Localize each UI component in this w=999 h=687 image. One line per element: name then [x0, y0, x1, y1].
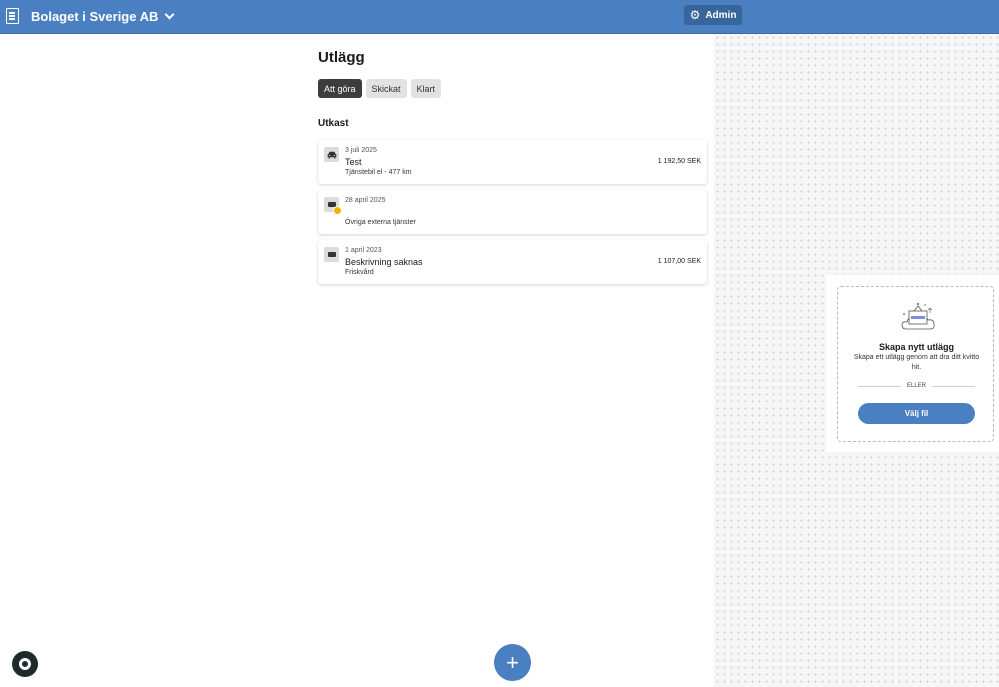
expense-list: 3 juli 2025 Test Tjänstebil el - 477 km … — [318, 140, 707, 290]
expense-card[interactable]: 28 april 2025 Övriga externa tjänster — [318, 190, 707, 234]
tab-skickat[interactable]: Skickat — [365, 79, 407, 98]
company-name: Bolaget i Sverige AB — [31, 9, 159, 24]
expense-date: 28 april 2025 — [345, 197, 386, 204]
receipt-icon — [324, 247, 339, 262]
expense-title: Beskrivning saknas — [345, 257, 423, 267]
upload-card: Skapa nytt utlägg Skapa ett utlägg genom… — [826, 275, 999, 452]
plus-icon: + — [506, 649, 519, 675]
or-divider: ELLER — [858, 383, 976, 389]
expense-category: Tjänstebil el - 477 km — [345, 169, 412, 176]
or-label: ELLER — [907, 383, 927, 389]
expense-amount: 1 107,00 SEK — [657, 258, 701, 265]
expense-card[interactable]: 3 juli 2025 Test Tjänstebil el - 477 km … — [318, 140, 707, 184]
upload-title: Skapa nytt utlägg — [878, 342, 954, 352]
expense-card[interactable]: 1 april 2023 Beskrivning saknas Friskvår… — [318, 240, 707, 284]
expense-category: Övriga externa tjänster — [345, 219, 416, 226]
expense-category: Friskvård — [345, 269, 374, 276]
tab-att-gora[interactable]: Att göra — [318, 79, 362, 98]
expense-title: Test — [345, 157, 362, 167]
upload-description: Skapa ett utlägg genom att dra ditt kvit… — [853, 354, 980, 371]
status-tabs: Att göra Skickat Klart — [318, 79, 442, 98]
lifebuoy-icon — [19, 658, 31, 670]
tab-klart[interactable]: Klart — [410, 79, 442, 98]
expense-amount: 1 192,50 SEK — [657, 158, 701, 165]
section-title-drafts: Utkast — [318, 118, 349, 129]
expense-date: 1 april 2023 — [345, 247, 382, 254]
chevron-down-icon — [164, 9, 175, 20]
gear-icon: ⚙ — [689, 8, 701, 22]
choose-file-button[interactable]: Välj fil — [858, 403, 975, 424]
add-expense-button[interactable]: + — [494, 644, 531, 681]
warning-badge-icon — [333, 206, 342, 215]
document-list-icon[interactable] — [6, 8, 19, 24]
admin-button[interactable]: ⚙ Admin — [684, 5, 742, 25]
company-selector[interactable]: Bolaget i Sverige AB — [31, 9, 175, 24]
receipt-dropzone[interactable]: Skapa nytt utlägg Skapa ett utlägg genom… — [837, 286, 994, 442]
expense-date: 3 juli 2025 — [345, 147, 377, 154]
car-icon — [324, 147, 339, 162]
help-button[interactable] — [12, 651, 38, 677]
upload-illustration-icon — [901, 303, 935, 330]
top-bar: Bolaget i Sverige AB ⚙ Admin — [0, 0, 999, 34]
page-title: Utlägg — [318, 49, 365, 66]
admin-label: Admin — [705, 9, 737, 21]
